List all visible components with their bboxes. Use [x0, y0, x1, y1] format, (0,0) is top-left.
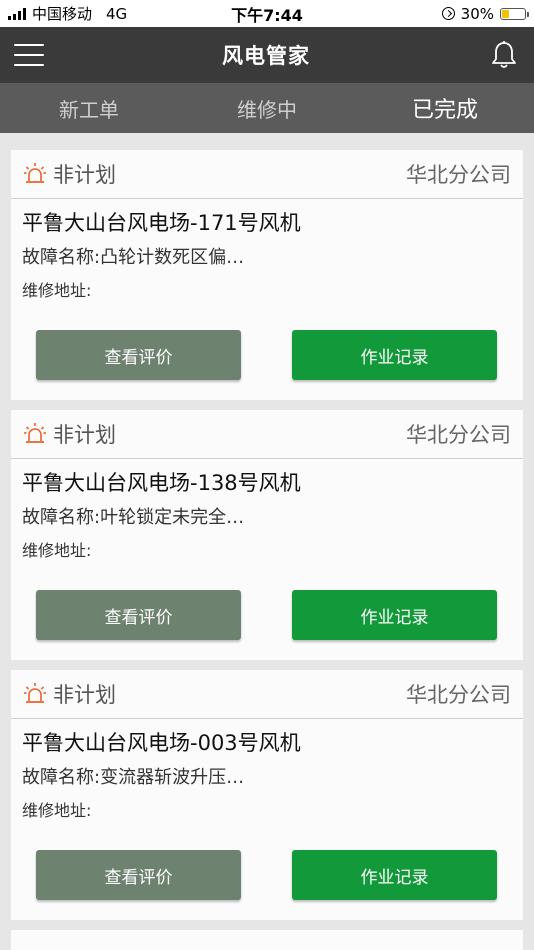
view-review-button[interactable]: 查看评价 — [36, 330, 241, 380]
order-list: 非计划 华北分公司 平鲁大山台风电场-171号风机 故障名称:凸轮计数死区偏… … — [0, 133, 534, 950]
card-address: 维修地址: — [22, 541, 92, 560]
nav-bar: 风电管家 — [0, 27, 534, 83]
tab-bar: 新工单 维修中 已完成 — [0, 83, 534, 133]
card-header: 非计划 华北分公司 — [11, 150, 523, 199]
status-left: 中国移动 4G — [8, 3, 188, 24]
network-text: 4G — [106, 4, 128, 23]
tab-completed[interactable]: 已完成 — [356, 92, 534, 124]
battery-level — [502, 9, 509, 18]
card-type-group: 非计划 — [23, 679, 116, 709]
carrier-text: 中国移动 — [32, 5, 93, 23]
view-review-button[interactable]: 查看评价 — [36, 850, 241, 900]
card-type: 非计划 — [53, 683, 116, 707]
alarm-light-icon — [24, 683, 46, 703]
tab-in-repair[interactable]: 维修中 — [178, 94, 356, 123]
card-address: 维修地址: — [22, 281, 92, 300]
card-company: 华北分公司 — [406, 683, 511, 707]
card-header: 非计划 华北分公司 — [11, 670, 523, 719]
card-fault-name: 故障名称:凸轮计数死区偏… — [22, 247, 245, 268]
card-company: 华北分公司 — [406, 163, 511, 187]
order-card[interactable]: 非计划 华北分公司 平鲁大山台风电场-003号风机 故障名称:变流器斩波升压… … — [11, 670, 523, 920]
work-record-button[interactable]: 作业记录 — [292, 590, 497, 640]
card-company: 华北分公司 — [406, 423, 511, 447]
bell-icon[interactable] — [488, 39, 520, 71]
card-title: 平鲁大山台风电场-003号风机 — [22, 731, 301, 755]
signal-icon — [8, 7, 26, 20]
order-card[interactable]: 非计划 华北分公司 平鲁大山台风电场-138号风机 故障名称:叶轮锁定未完全… … — [11, 410, 523, 660]
order-card[interactable]: 非计划 华北分公司 平鲁大山台风电场-171号风机 故障名称:凸轮计数死区偏… … — [11, 150, 523, 400]
battery-icon — [500, 7, 529, 20]
battery-percent: 30% — [460, 4, 494, 23]
card-header: 非计划 华北分公司 — [11, 410, 523, 459]
work-record-button[interactable]: 作业记录 — [292, 330, 497, 380]
work-record-button[interactable]: 作业记录 — [292, 850, 497, 900]
card-type-group: 非计划 — [23, 159, 116, 189]
card-type-group: 非计划 — [23, 419, 116, 449]
tab-new-orders[interactable]: 新工单 — [0, 94, 178, 123]
hamburger-menu-icon[interactable] — [14, 44, 44, 66]
order-card-partial[interactable] — [11, 930, 523, 950]
status-bar: 中国移动 4G 下午7:44 30% — [0, 0, 534, 27]
alarm-light-icon — [24, 423, 46, 443]
rotation-lock-icon — [441, 7, 455, 20]
card-fault-name: 故障名称:变流器斩波升压… — [22, 767, 245, 788]
status-right: 30% — [346, 4, 529, 23]
card-title: 平鲁大山台风电场-138号风机 — [22, 471, 301, 495]
card-type: 非计划 — [53, 423, 116, 447]
status-time: 下午7:44 — [231, 5, 303, 25]
card-address: 维修地址: — [22, 801, 92, 820]
alarm-light-icon — [24, 163, 46, 183]
view-review-button[interactable]: 查看评价 — [36, 590, 241, 640]
card-title: 平鲁大山台风电场-171号风机 — [22, 211, 301, 235]
card-fault-name: 故障名称:叶轮锁定未完全… — [22, 507, 245, 528]
page-title: 风电管家 — [222, 44, 310, 68]
card-type: 非计划 — [53, 163, 116, 187]
